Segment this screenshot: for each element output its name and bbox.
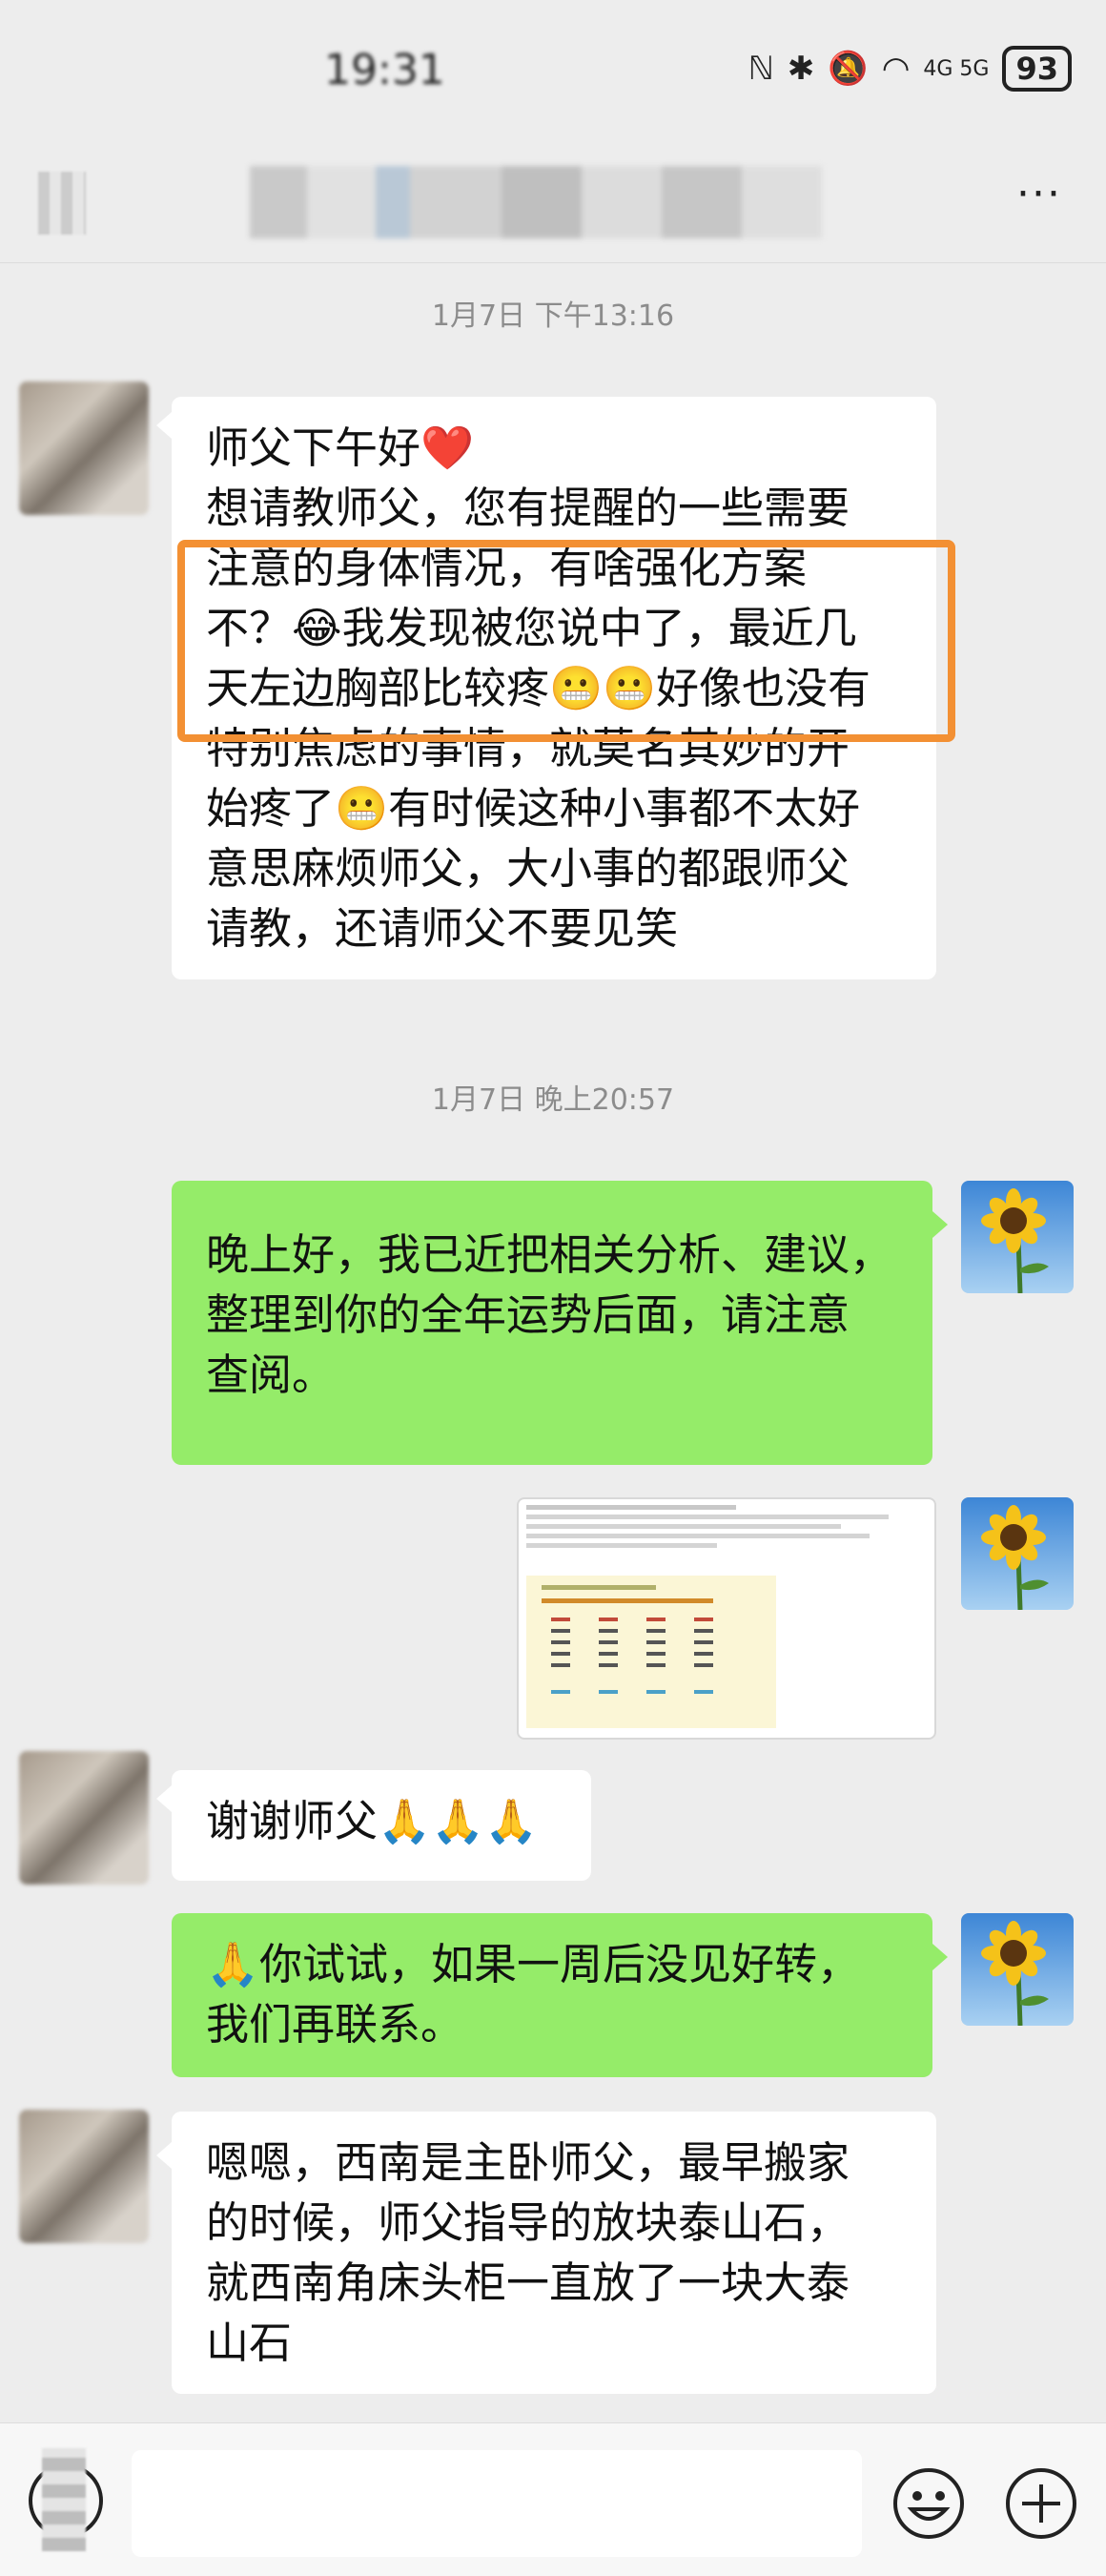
- status-icons: ℕ ✱ 🔕 ◠ 4G 5G 93: [748, 46, 1072, 92]
- document-thumbnail: [526, 1505, 889, 1728]
- message-line: 我们再联系。: [206, 1999, 464, 2050]
- message-line: 意思麻烦师父，大小事的都跟师父: [206, 843, 850, 894]
- contact-avatar[interactable]: [19, 1751, 149, 1885]
- sent-message[interactable]: 晚上好，我已近把相关分析、建议， 整理到你的全年运势后面，请注意 查阅。: [172, 1181, 932, 1465]
- status-bar: 19:31 ℕ ✱ 🔕 ◠ 4G 5G 93: [0, 0, 1106, 143]
- bluetooth-icon: ✱: [787, 50, 815, 88]
- mute-icon: 🔕: [828, 50, 869, 88]
- image-message[interactable]: [517, 1497, 936, 1740]
- bubble-tail: [156, 2142, 172, 2169]
- message-line: 晚上好，我已近把相关分析、建议，: [206, 1229, 893, 1280]
- emoji-button[interactable]: [891, 2465, 967, 2542]
- wifi-icon: ◠: [881, 50, 911, 88]
- message-input[interactable]: [132, 2450, 862, 2557]
- sunflower-icon: [961, 1913, 1074, 2026]
- sunflower-icon: [961, 1181, 1074, 1293]
- nfc-icon: ℕ: [748, 50, 774, 88]
- battery-indicator: 93: [1002, 46, 1072, 92]
- more-options-button[interactable]: ···: [1016, 170, 1062, 218]
- message-timestamp: 1月7日 下午13:16: [431, 299, 675, 333]
- bubble-tail: [932, 1211, 948, 1238]
- message-line: 就西南角床头柜一直放了一块大泰: [206, 2257, 850, 2308]
- message-line: 嗯嗯，西南是主卧师父，最早搬家: [206, 2137, 850, 2188]
- voice-icon: [42, 2448, 86, 2551]
- sent-message[interactable]: 🙏你试试，如果一周后没见好转， 我们再联系。: [172, 1913, 932, 2077]
- status-time: 19:31: [324, 46, 445, 94]
- received-message[interactable]: 嗯嗯，西南是主卧师父，最早搬家 的时候，师父指导的放块泰山石， 就西南角床头柜一…: [172, 2112, 936, 2394]
- bubble-tail: [932, 1944, 948, 1970]
- self-avatar[interactable]: [961, 1497, 1074, 1610]
- message-line: 的时候，师父指导的放块泰山石，: [206, 2197, 850, 2248]
- message-line: 师父下午好❤️: [206, 422, 475, 473]
- network-label: 4G 5G: [923, 56, 990, 81]
- message-line: 查阅。: [206, 1350, 336, 1400]
- message-line: 请教，还请师父不要见笑: [206, 903, 679, 954]
- input-bar: [0, 2422, 1106, 2576]
- bubble-tail: [156, 1785, 172, 1812]
- self-avatar[interactable]: [961, 1181, 1074, 1293]
- message-line: 谢谢师父🙏🙏🙏: [206, 1796, 539, 1846]
- message-line: 想请教师父，您有提醒的一些需要: [206, 483, 850, 533]
- bubble-tail: [156, 412, 172, 439]
- message-line: 山石: [206, 2318, 293, 2368]
- received-message[interactable]: 谢谢师父🙏🙏🙏: [172, 1770, 591, 1881]
- message-timestamp: 1月7日 晚上20:57: [431, 1083, 675, 1117]
- contact-avatar[interactable]: [19, 381, 149, 515]
- chat-header: ···: [0, 143, 1106, 263]
- highlight-box: [177, 540, 955, 742]
- message-line: 🙏你试试，如果一周后没见好转，: [206, 1939, 861, 1989]
- back-button[interactable]: [38, 172, 86, 235]
- message-line: 始疼了😬有时候这种小事都不太好: [206, 783, 861, 834]
- chat-title: [250, 166, 822, 238]
- self-avatar[interactable]: [961, 1913, 1074, 2026]
- message-line: 整理到你的全年运势后面，请注意: [206, 1289, 850, 1340]
- contact-avatar[interactable]: [19, 2110, 149, 2243]
- sunflower-icon: [961, 1497, 1074, 1610]
- plus-button[interactable]: [1003, 2465, 1079, 2542]
